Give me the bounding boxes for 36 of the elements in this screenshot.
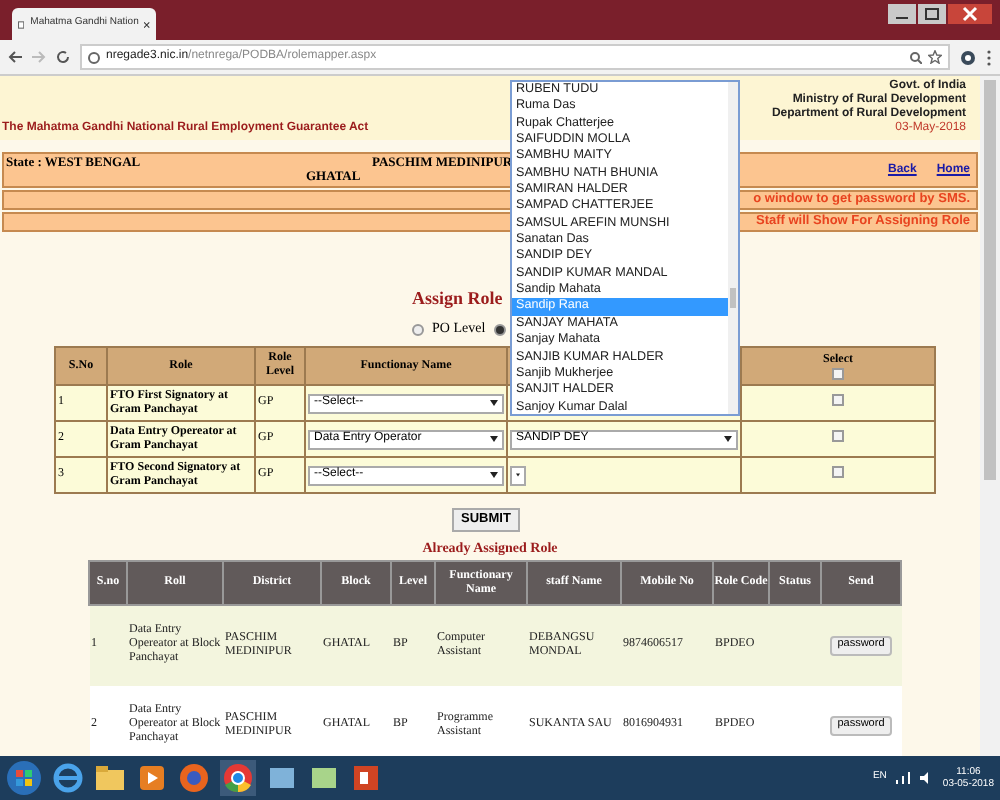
speaker-icon[interactable] <box>920 772 933 784</box>
start-icon[interactable] <box>6 760 42 796</box>
caret-icon <box>490 400 498 406</box>
close-icon[interactable] <box>948 4 992 24</box>
page-icon <box>18 17 25 31</box>
window-icon[interactable] <box>308 762 340 794</box>
close-icon[interactable] <box>144 19 150 29</box>
radio-button[interactable] <box>493 323 506 335</box>
scrollbar[interactable] <box>980 76 1000 756</box>
back-arrow-icon[interactable] <box>8 50 22 64</box>
scrollbar[interactable] <box>728 82 738 414</box>
menu-icon[interactable] <box>986 49 992 65</box>
window-icon[interactable] <box>266 762 298 794</box>
checkbox[interactable] <box>832 429 844 441</box>
checkbox[interactable] <box>832 393 844 405</box>
signal-icon[interactable] <box>896 772 911 784</box>
firefox-icon[interactable] <box>178 762 210 794</box>
caret-icon <box>724 436 732 442</box>
minimize-icon[interactable] <box>888 4 916 24</box>
caret-icon <box>490 472 498 478</box>
checkbox[interactable] <box>832 367 844 379</box>
chrome-icon[interactable] <box>220 760 256 796</box>
powerpoint-icon[interactable] <box>350 762 382 794</box>
caret-icon <box>490 436 498 442</box>
checkbox[interactable] <box>832 465 844 477</box>
dropdown-select[interactable] <box>510 465 526 485</box>
media-player-icon[interactable] <box>136 762 168 794</box>
browser-e-icon[interactable] <box>52 762 84 794</box>
reload-icon[interactable] <box>56 50 70 64</box>
star-icon[interactable] <box>928 50 942 64</box>
extension-icon[interactable] <box>960 49 976 65</box>
section-title: Assign Role <box>412 288 503 308</box>
maximize-icon[interactable] <box>918 4 946 24</box>
zoom-icon[interactable] <box>910 51 922 63</box>
radio-button[interactable] <box>412 323 424 335</box>
folder-icon[interactable] <box>94 762 126 794</box>
